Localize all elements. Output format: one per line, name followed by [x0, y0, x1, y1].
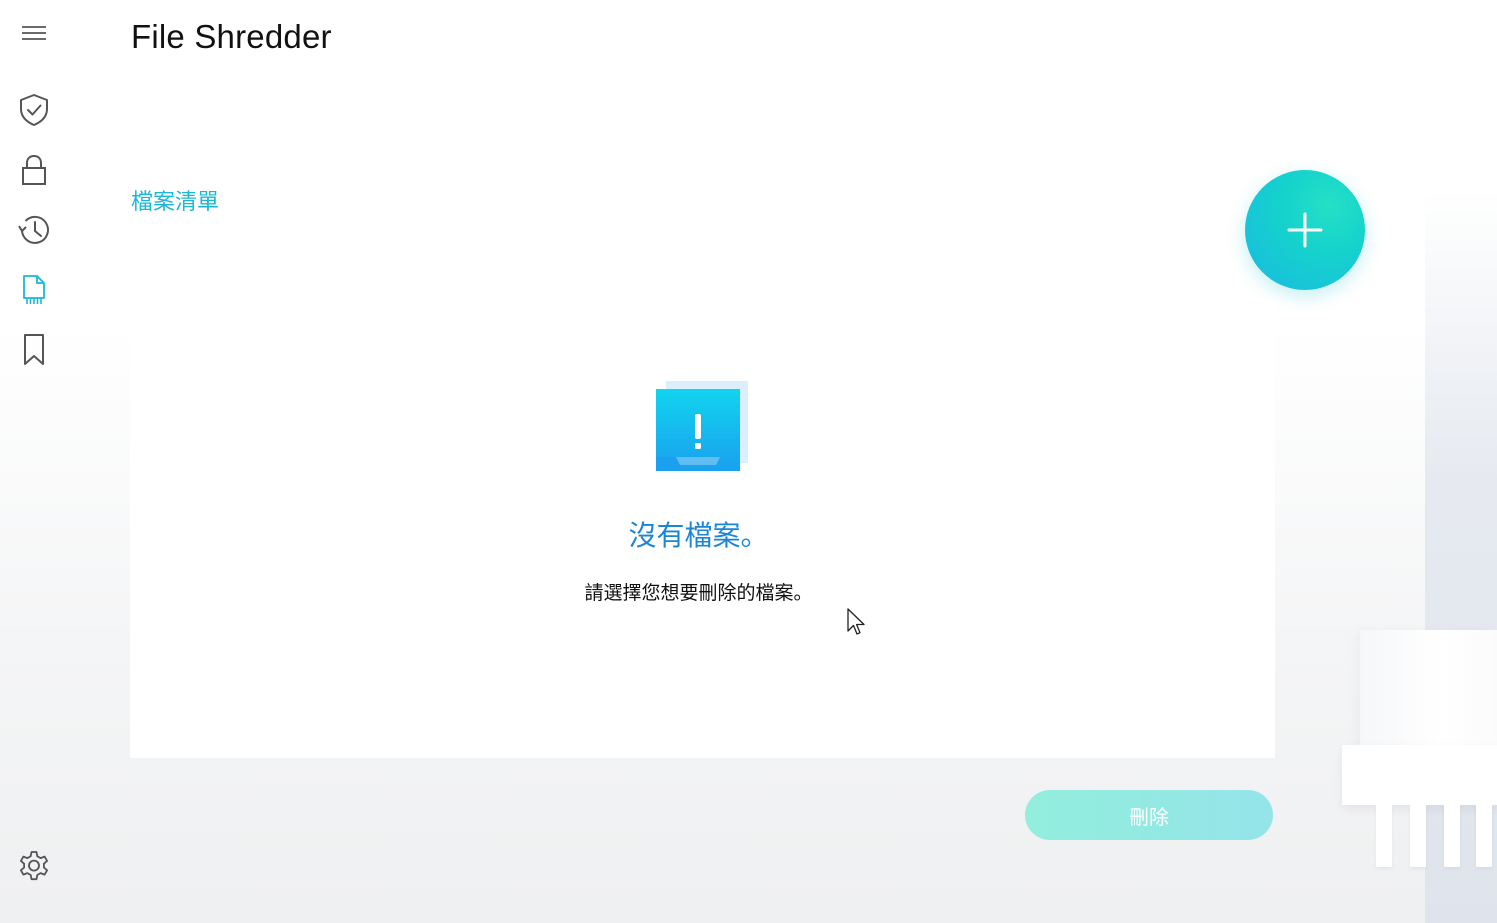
- empty-state-title: 沒有檔案。: [628, 519, 769, 552]
- add-file-button[interactable]: [1245, 170, 1365, 290]
- paper-strip: [1376, 805, 1392, 867]
- sidebar-item-history[interactable]: [14, 210, 54, 250]
- shredder-slot: [1342, 745, 1497, 805]
- sidebar-item-file-shredder[interactable]: [14, 270, 54, 310]
- settings-button[interactable]: [14, 846, 54, 886]
- delete-button[interactable]: 刪除: [1025, 790, 1273, 840]
- sidebar-item-bookmark[interactable]: [14, 330, 54, 370]
- sidebar: [0, 0, 68, 923]
- shredded-strips: [1362, 805, 1497, 867]
- plus-icon: [1287, 212, 1323, 248]
- hamburger-icon: [22, 26, 46, 40]
- sidebar-item-lock[interactable]: [14, 150, 54, 190]
- mouse-cursor-icon: [847, 608, 865, 635]
- paper-strip: [1444, 805, 1460, 867]
- empty-state-subtitle: 請選擇您想要刪除的檔案。: [584, 582, 813, 604]
- sidebar-item-protection[interactable]: [14, 90, 54, 130]
- bookmark-icon: [24, 334, 44, 365]
- paper-strip: [1410, 805, 1426, 867]
- gear-icon: [20, 851, 48, 881]
- paper-strip: [1476, 805, 1492, 867]
- lock-icon: [22, 154, 46, 185]
- history-icon: [18, 215, 49, 244]
- shredded-file-icon: [23, 275, 45, 304]
- menu-button[interactable]: [14, 13, 54, 53]
- shield-check-icon: [20, 94, 48, 126]
- file-list-label: 檔案清單: [131, 190, 220, 215]
- page-title: File Shredder: [131, 18, 332, 55]
- empty-alert-icon: [656, 381, 748, 471]
